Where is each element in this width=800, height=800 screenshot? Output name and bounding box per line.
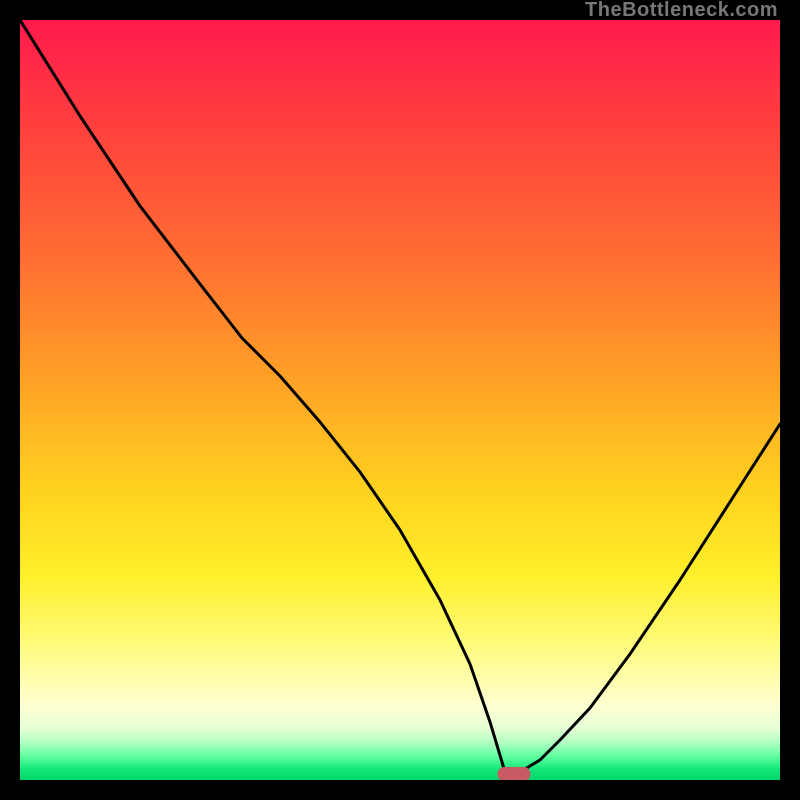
bottleneck-curve — [20, 20, 780, 780]
watermark-text: TheBottleneck.com — [585, 0, 778, 20]
chart-frame: TheBottleneck.com — [0, 0, 800, 800]
plot-area — [20, 20, 780, 780]
optimal-point-marker — [498, 767, 531, 780]
